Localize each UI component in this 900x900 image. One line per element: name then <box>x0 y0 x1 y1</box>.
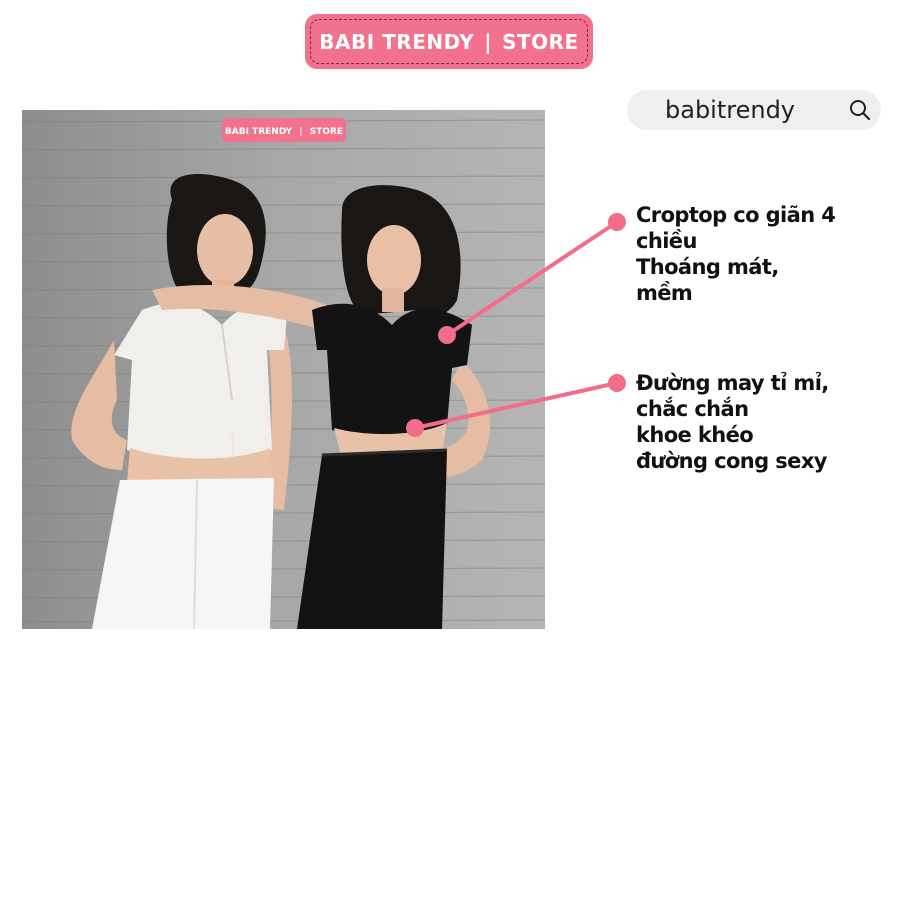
callout-1-line-4: mềm <box>636 281 693 305</box>
callout-1: Croptop co giãn 4 chiều Thoáng mát, mềm <box>636 202 836 306</box>
brand-badge: BABI TRENDY | STORE <box>305 14 593 69</box>
callout-2-line-3: khoe khéo <box>636 423 754 447</box>
photo-badge-text: BABI TRENDY | STORE <box>225 127 343 137</box>
connector-dot-start-1 <box>608 213 626 231</box>
callout-2: Đường may tỉ mỉ, chắc chắn khoe khéo đườ… <box>636 370 829 474</box>
callout-2-line-4: đường cong sexy <box>636 449 827 473</box>
callout-2-line-2: chắc chắn <box>636 397 749 421</box>
search-bar[interactable]: babitrendy <box>627 90 881 130</box>
brand-separator: | <box>484 29 493 54</box>
callout-2-line-1: Đường may tỉ mỉ, <box>636 371 829 395</box>
search-value: babitrendy <box>665 96 796 124</box>
connector-dot-start-2 <box>608 374 626 392</box>
callout-1-line-2: chiều <box>636 229 697 253</box>
search-icon[interactable] <box>849 99 871 121</box>
callout-1-line-3: Thoáng mát, <box>636 255 779 279</box>
brand-suffix: STORE <box>502 29 579 54</box>
product-photo: BABI TRENDY | STORE <box>22 110 545 629</box>
callout-1-line-1: Croptop co giãn 4 <box>636 203 836 227</box>
brand-name: BABI TRENDY <box>319 29 475 54</box>
